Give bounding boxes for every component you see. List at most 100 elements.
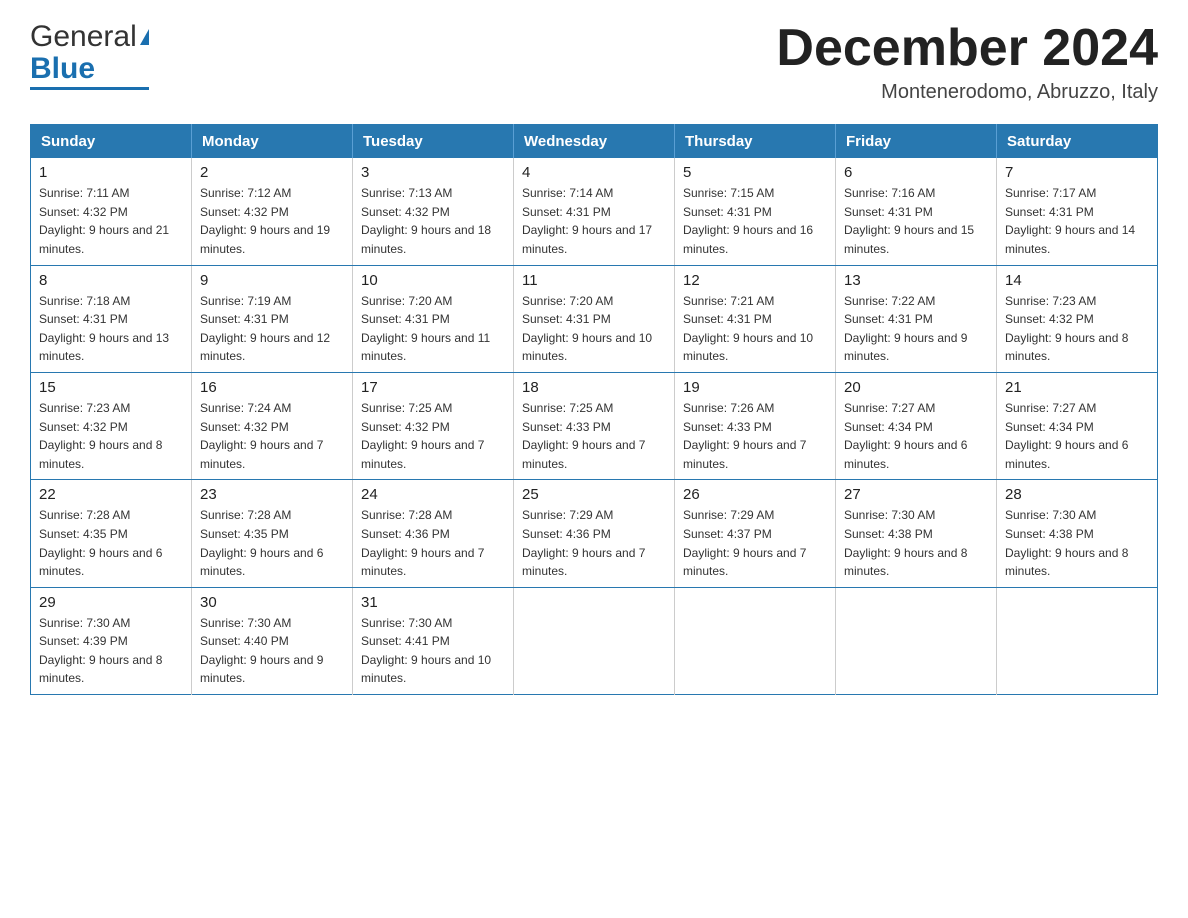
day-number: 29	[39, 594, 183, 611]
calendar-cell: 13 Sunrise: 7:22 AMSunset: 4:31 PMDaylig…	[836, 265, 997, 372]
day-info: Sunrise: 7:15 AMSunset: 4:31 PMDaylight:…	[683, 186, 813, 256]
calendar-cell	[675, 587, 836, 694]
day-info: Sunrise: 7:28 AMSunset: 4:35 PMDaylight:…	[200, 508, 323, 578]
day-number: 8	[39, 272, 183, 289]
day-number: 3	[361, 164, 505, 181]
calendar-cell: 28 Sunrise: 7:30 AMSunset: 4:38 PMDaylig…	[997, 480, 1158, 587]
day-info: Sunrise: 7:30 AMSunset: 4:38 PMDaylight:…	[1005, 508, 1128, 578]
calendar-cell: 4 Sunrise: 7:14 AMSunset: 4:31 PMDayligh…	[514, 158, 675, 265]
calendar-cell: 31 Sunrise: 7:30 AMSunset: 4:41 PMDaylig…	[353, 587, 514, 694]
calendar-header-row: SundayMondayTuesdayWednesdayThursdayFrid…	[31, 125, 1158, 159]
day-info: Sunrise: 7:23 AMSunset: 4:32 PMDaylight:…	[1005, 294, 1128, 364]
calendar-cell: 26 Sunrise: 7:29 AMSunset: 4:37 PMDaylig…	[675, 480, 836, 587]
day-number: 10	[361, 272, 505, 289]
title-area: December 2024 Montenerodomo, Abruzzo, It…	[776, 20, 1158, 104]
day-info: Sunrise: 7:24 AMSunset: 4:32 PMDaylight:…	[200, 401, 323, 471]
logo: General Blue	[30, 20, 149, 90]
day-info: Sunrise: 7:30 AMSunset: 4:39 PMDaylight:…	[39, 616, 162, 686]
day-number: 11	[522, 272, 666, 289]
calendar-week-row: 1 Sunrise: 7:11 AMSunset: 4:32 PMDayligh…	[31, 158, 1158, 265]
calendar-cell: 10 Sunrise: 7:20 AMSunset: 4:31 PMDaylig…	[353, 265, 514, 372]
day-number: 6	[844, 164, 988, 181]
day-info: Sunrise: 7:26 AMSunset: 4:33 PMDaylight:…	[683, 401, 806, 471]
calendar-cell: 30 Sunrise: 7:30 AMSunset: 4:40 PMDaylig…	[192, 587, 353, 694]
calendar-cell	[997, 587, 1158, 694]
location: Montenerodomo, Abruzzo, Italy	[776, 81, 1158, 104]
calendar-cell: 22 Sunrise: 7:28 AMSunset: 4:35 PMDaylig…	[31, 480, 192, 587]
day-number: 14	[1005, 272, 1149, 289]
day-info: Sunrise: 7:25 AMSunset: 4:33 PMDaylight:…	[522, 401, 645, 471]
calendar-cell	[514, 587, 675, 694]
calendar-cell	[836, 587, 997, 694]
calendar-cell: 19 Sunrise: 7:26 AMSunset: 4:33 PMDaylig…	[675, 372, 836, 479]
day-number: 20	[844, 379, 988, 396]
calendar-cell: 1 Sunrise: 7:11 AMSunset: 4:32 PMDayligh…	[31, 158, 192, 265]
day-number: 28	[1005, 486, 1149, 503]
day-info: Sunrise: 7:11 AMSunset: 4:32 PMDaylight:…	[39, 186, 169, 256]
calendar-cell: 29 Sunrise: 7:30 AMSunset: 4:39 PMDaylig…	[31, 587, 192, 694]
logo-underline	[30, 87, 149, 90]
calendar-cell: 2 Sunrise: 7:12 AMSunset: 4:32 PMDayligh…	[192, 158, 353, 265]
day-number: 9	[200, 272, 344, 289]
day-info: Sunrise: 7:29 AMSunset: 4:36 PMDaylight:…	[522, 508, 645, 578]
day-info: Sunrise: 7:30 AMSunset: 4:38 PMDaylight:…	[844, 508, 967, 578]
day-info: Sunrise: 7:27 AMSunset: 4:34 PMDaylight:…	[1005, 401, 1128, 471]
day-info: Sunrise: 7:30 AMSunset: 4:40 PMDaylight:…	[200, 616, 323, 686]
day-info: Sunrise: 7:14 AMSunset: 4:31 PMDaylight:…	[522, 186, 652, 256]
calendar-cell: 7 Sunrise: 7:17 AMSunset: 4:31 PMDayligh…	[997, 158, 1158, 265]
calendar-cell: 15 Sunrise: 7:23 AMSunset: 4:32 PMDaylig…	[31, 372, 192, 479]
calendar-cell: 21 Sunrise: 7:27 AMSunset: 4:34 PMDaylig…	[997, 372, 1158, 479]
calendar-cell: 8 Sunrise: 7:18 AMSunset: 4:31 PMDayligh…	[31, 265, 192, 372]
logo-general: General	[30, 20, 137, 54]
day-number: 1	[39, 164, 183, 181]
day-number: 22	[39, 486, 183, 503]
day-info: Sunrise: 7:27 AMSunset: 4:34 PMDaylight:…	[844, 401, 967, 471]
day-number: 16	[200, 379, 344, 396]
day-info: Sunrise: 7:28 AMSunset: 4:35 PMDaylight:…	[39, 508, 162, 578]
day-number: 5	[683, 164, 827, 181]
day-info: Sunrise: 7:19 AMSunset: 4:31 PMDaylight:…	[200, 294, 330, 364]
day-info: Sunrise: 7:12 AMSunset: 4:32 PMDaylight:…	[200, 186, 330, 256]
col-header-saturday: Saturday	[997, 125, 1158, 159]
day-info: Sunrise: 7:21 AMSunset: 4:31 PMDaylight:…	[683, 294, 813, 364]
calendar-week-row: 22 Sunrise: 7:28 AMSunset: 4:35 PMDaylig…	[31, 480, 1158, 587]
day-info: Sunrise: 7:30 AMSunset: 4:41 PMDaylight:…	[361, 616, 491, 686]
day-info: Sunrise: 7:29 AMSunset: 4:37 PMDaylight:…	[683, 508, 806, 578]
day-info: Sunrise: 7:20 AMSunset: 4:31 PMDaylight:…	[522, 294, 652, 364]
calendar-table: SundayMondayTuesdayWednesdayThursdayFrid…	[30, 124, 1158, 695]
day-info: Sunrise: 7:28 AMSunset: 4:36 PMDaylight:…	[361, 508, 484, 578]
day-info: Sunrise: 7:18 AMSunset: 4:31 PMDaylight:…	[39, 294, 169, 364]
day-number: 31	[361, 594, 505, 611]
calendar-cell: 18 Sunrise: 7:25 AMSunset: 4:33 PMDaylig…	[514, 372, 675, 479]
col-header-tuesday: Tuesday	[353, 125, 514, 159]
calendar-week-row: 8 Sunrise: 7:18 AMSunset: 4:31 PMDayligh…	[31, 265, 1158, 372]
day-number: 27	[844, 486, 988, 503]
calendar-cell: 24 Sunrise: 7:28 AMSunset: 4:36 PMDaylig…	[353, 480, 514, 587]
logo-blue: Blue	[30, 52, 95, 86]
day-number: 21	[1005, 379, 1149, 396]
col-header-monday: Monday	[192, 125, 353, 159]
day-info: Sunrise: 7:25 AMSunset: 4:32 PMDaylight:…	[361, 401, 484, 471]
day-number: 23	[200, 486, 344, 503]
calendar-week-row: 15 Sunrise: 7:23 AMSunset: 4:32 PMDaylig…	[31, 372, 1158, 479]
calendar-cell: 16 Sunrise: 7:24 AMSunset: 4:32 PMDaylig…	[192, 372, 353, 479]
calendar-cell: 14 Sunrise: 7:23 AMSunset: 4:32 PMDaylig…	[997, 265, 1158, 372]
col-header-thursday: Thursday	[675, 125, 836, 159]
day-info: Sunrise: 7:17 AMSunset: 4:31 PMDaylight:…	[1005, 186, 1135, 256]
day-number: 13	[844, 272, 988, 289]
day-number: 12	[683, 272, 827, 289]
col-header-friday: Friday	[836, 125, 997, 159]
day-number: 7	[1005, 164, 1149, 181]
day-number: 24	[361, 486, 505, 503]
day-info: Sunrise: 7:23 AMSunset: 4:32 PMDaylight:…	[39, 401, 162, 471]
calendar-cell: 3 Sunrise: 7:13 AMSunset: 4:32 PMDayligh…	[353, 158, 514, 265]
calendar-cell: 25 Sunrise: 7:29 AMSunset: 4:36 PMDaylig…	[514, 480, 675, 587]
page-header: General Blue December 2024 Montenerodomo…	[30, 20, 1158, 104]
calendar-cell: 27 Sunrise: 7:30 AMSunset: 4:38 PMDaylig…	[836, 480, 997, 587]
day-info: Sunrise: 7:22 AMSunset: 4:31 PMDaylight:…	[844, 294, 967, 364]
day-number: 4	[522, 164, 666, 181]
day-number: 18	[522, 379, 666, 396]
calendar-cell: 5 Sunrise: 7:15 AMSunset: 4:31 PMDayligh…	[675, 158, 836, 265]
col-header-wednesday: Wednesday	[514, 125, 675, 159]
day-info: Sunrise: 7:13 AMSunset: 4:32 PMDaylight:…	[361, 186, 491, 256]
